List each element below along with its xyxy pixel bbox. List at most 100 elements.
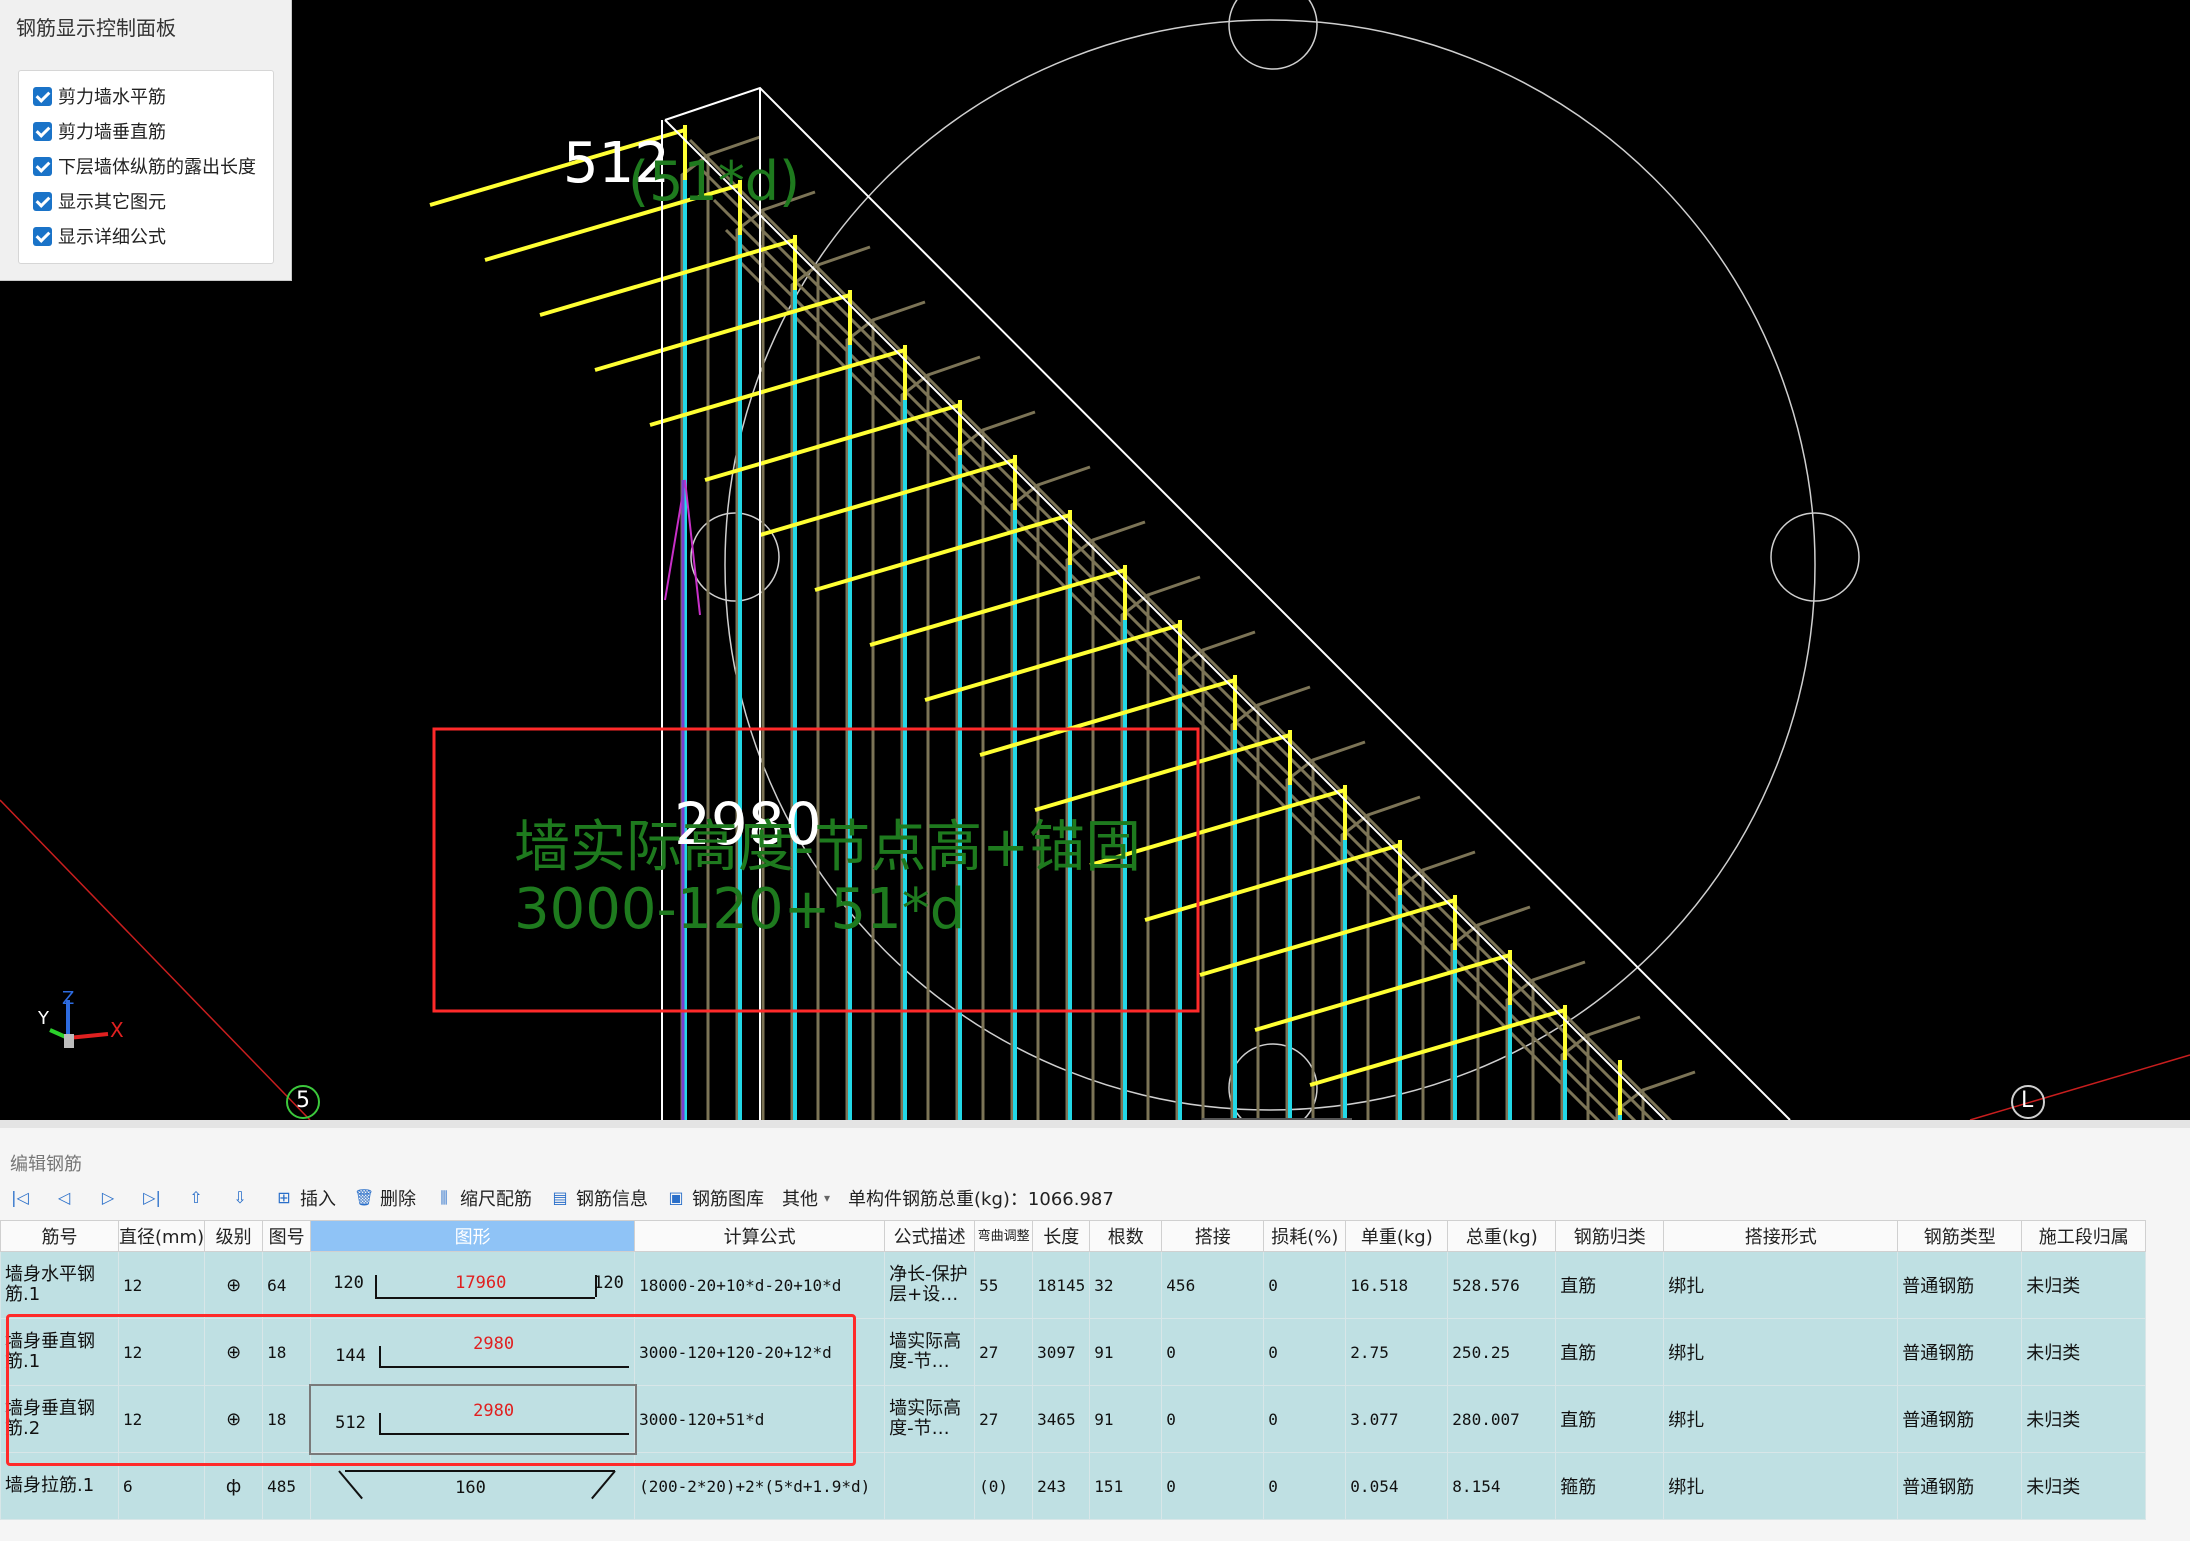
cell-length[interactable]: 3097 (1032, 1318, 1091, 1386)
cell-grade[interactable]: ф (204, 1452, 264, 1520)
cell-unit-w[interactable]: 2.75 (1345, 1318, 1449, 1386)
cell-cat[interactable]: 直筋 (1555, 1385, 1665, 1453)
next-button[interactable]: ▷ (98, 1188, 124, 1208)
table-row[interactable]: 墙身垂直钢筋.1 12 ⊕ 18 144 2980 3000-120+120-20+12*d… (0, 1318, 2147, 1386)
cell-name[interactable]: 墙身水平钢筋.1 (0, 1251, 119, 1319)
checkbox-checked-icon[interactable] (33, 226, 52, 246)
rebar-library-button[interactable]: ▣ 钢筋图库 (666, 1185, 764, 1211)
shape-cell[interactable]: 120 17960 120 (310, 1251, 636, 1319)
column-header[interactable]: 长度 (1032, 1220, 1091, 1252)
cell-total-w[interactable]: 8.154 (1447, 1452, 1557, 1520)
table-row[interactable]: 墙身垂直钢筋.2 12 ⊕ 18 512 2980 3000-120+51*d 墙实际高度-节… (0, 1383, 2147, 1455)
cell-grade[interactable]: ⊕ (204, 1251, 264, 1319)
cell-grade[interactable]: ⊕ (204, 1385, 264, 1453)
3d-viewport[interactable]: 512 (51*d) 2980 墙实际高度-节点高+锚固 3000-120+51… (0, 0, 2190, 1124)
prev-button[interactable]: ◁ (54, 1188, 80, 1208)
column-header[interactable]: 直径(mm) (117, 1220, 206, 1252)
column-header[interactable]: 筋号 (0, 1220, 119, 1252)
checkbox-checked-icon[interactable] (33, 121, 52, 141)
option-wall-vertical-bars[interactable]: 剪力墙垂直筋 (33, 118, 166, 144)
column-header[interactable]: 总重(kg) (1447, 1220, 1557, 1252)
other-dropdown[interactable]: 其他 ▾ (782, 1185, 830, 1211)
cell-length[interactable]: 18145 (1032, 1251, 1091, 1319)
cell-lap-type[interactable]: 绑扎 (1663, 1251, 1899, 1319)
column-header[interactable]: 搭接 (1161, 1220, 1265, 1252)
cell-dia[interactable]: 6 (117, 1452, 206, 1520)
table-row[interactable]: 墙身拉筋.1 6 ф 485 160 (200-2*20)+2*(5*d+1.9*d) (0… (0, 1452, 2147, 1520)
cell-bend[interactable]: 27 (974, 1318, 1034, 1386)
option-lower-wall-exposed-length[interactable]: 下层墙体纵筋的露出长度 (33, 153, 256, 179)
column-header[interactable]: 图号 (262, 1220, 312, 1252)
checkbox-checked-icon[interactable] (33, 86, 52, 106)
scale-rebar-button[interactable]: ⫼ 缩尺配筋 (434, 1185, 532, 1211)
cell-lap[interactable]: 0 (1161, 1318, 1265, 1386)
cell-total-w[interactable]: 250.25 (1447, 1318, 1557, 1386)
shape-cell[interactable]: 160 (310, 1452, 636, 1520)
column-header[interactable]: 搭接形式 (1663, 1220, 1899, 1252)
cell-lap[interactable]: 456 (1161, 1251, 1265, 1319)
rebar-info-button[interactable]: ▤ 钢筋信息 (550, 1185, 648, 1211)
column-header[interactable]: 钢筋类型 (1897, 1220, 2023, 1252)
column-header[interactable]: 钢筋归类 (1555, 1220, 1665, 1252)
option-wall-horizontal-bars[interactable]: 剪力墙水平筋 (33, 83, 166, 109)
column-header[interactable]: 级别 (204, 1220, 264, 1252)
last-button[interactable]: ▷| (142, 1188, 168, 1208)
shape-cell[interactable]: 144 2980 (310, 1318, 636, 1386)
cell-loss[interactable]: 0 (1263, 1251, 1347, 1319)
table-row[interactable]: 墙身水平钢筋.1 12 ⊕ 64 120 17960 120 18000-20+10*d-20… (0, 1251, 2147, 1319)
cell-bend[interactable]: 27 (974, 1385, 1034, 1453)
cell-unit-w[interactable]: 16.518 (1345, 1251, 1449, 1319)
cell-stage[interactable]: 未归类 (2021, 1251, 2147, 1319)
cell-desc[interactable]: 净长-保护层+设… (884, 1251, 976, 1319)
cell-fig[interactable]: 485 (262, 1452, 312, 1520)
option-show-other-elements[interactable]: 显示其它图元 (33, 188, 166, 214)
column-header[interactable]: 损耗(%) (1263, 1220, 1347, 1252)
column-header[interactable]: 根数 (1089, 1220, 1163, 1252)
cell-fig[interactable]: 18 (262, 1318, 312, 1386)
cell-cat[interactable]: 直筋 (1555, 1318, 1665, 1386)
cell-type[interactable]: 普通钢筋 (1897, 1251, 2023, 1319)
cell-fig[interactable]: 64 (262, 1251, 312, 1319)
insert-button[interactable]: ⊞ 插入 (274, 1185, 336, 1211)
column-header[interactable]: 单重(kg) (1345, 1220, 1449, 1252)
cell-total-w[interactable]: 280.007 (1447, 1385, 1557, 1453)
column-header[interactable]: 计算公式 (634, 1220, 886, 1252)
cell-unit-w[interactable]: 3.077 (1345, 1385, 1449, 1453)
cell-formula[interactable]: 3000-120+120-20+12*d (634, 1318, 886, 1386)
cell-type[interactable]: 普通钢筋 (1897, 1452, 2023, 1520)
cell-dia[interactable]: 12 (117, 1251, 206, 1319)
cell-formula[interactable]: 3000-120+51*d (634, 1385, 886, 1453)
cell-count[interactable]: 91 (1089, 1318, 1163, 1386)
cell-dia[interactable]: 12 (117, 1318, 206, 1386)
cell-bend[interactable]: (0) (974, 1452, 1034, 1520)
cell-lap-type[interactable]: 绑扎 (1663, 1318, 1899, 1386)
cell-grade[interactable]: ⊕ (204, 1318, 264, 1386)
cell-type[interactable]: 普通钢筋 (1897, 1318, 2023, 1386)
cell-fig[interactable]: 18 (262, 1385, 312, 1453)
delete-button[interactable]: 🗑 删除 (354, 1185, 416, 1211)
column-header[interactable]: 公式描述 (884, 1220, 976, 1252)
cell-bend[interactable]: 55 (974, 1251, 1034, 1319)
cell-desc[interactable]: 墙实际高度-节… (884, 1385, 976, 1453)
cell-lap-type[interactable]: 绑扎 (1663, 1452, 1899, 1520)
cell-lap[interactable]: 0 (1161, 1385, 1265, 1453)
cell-loss[interactable]: 0 (1263, 1318, 1347, 1386)
cell-loss[interactable]: 0 (1263, 1385, 1347, 1453)
cell-count[interactable]: 91 (1089, 1385, 1163, 1453)
checkbox-checked-icon[interactable] (33, 156, 52, 176)
cell-type[interactable]: 普通钢筋 (1897, 1385, 2023, 1453)
option-show-detailed-formula[interactable]: 显示详细公式 (33, 223, 166, 249)
cell-count[interactable]: 151 (1089, 1452, 1163, 1520)
move-up-button[interactable]: ⇧ (186, 1188, 212, 1208)
cell-length[interactable]: 243 (1032, 1452, 1091, 1520)
cell-formula[interactable]: 18000-20+10*d-20+10*d (634, 1251, 886, 1319)
cell-lap[interactable]: 0 (1161, 1452, 1265, 1520)
cell-loss[interactable]: 0 (1263, 1452, 1347, 1520)
cell-stage[interactable]: 未归类 (2021, 1452, 2147, 1520)
cell-formula[interactable]: (200-2*20)+2*(5*d+1.9*d) (634, 1452, 886, 1520)
cell-total-w[interactable]: 528.576 (1447, 1251, 1557, 1319)
column-header[interactable]: 施工段归属 (2021, 1220, 2147, 1252)
cell-cat[interactable]: 箍筋 (1555, 1452, 1665, 1520)
cell-name[interactable]: 墙身拉筋.1 (0, 1452, 119, 1520)
column-header[interactable]: 弯曲调整 (974, 1220, 1034, 1252)
